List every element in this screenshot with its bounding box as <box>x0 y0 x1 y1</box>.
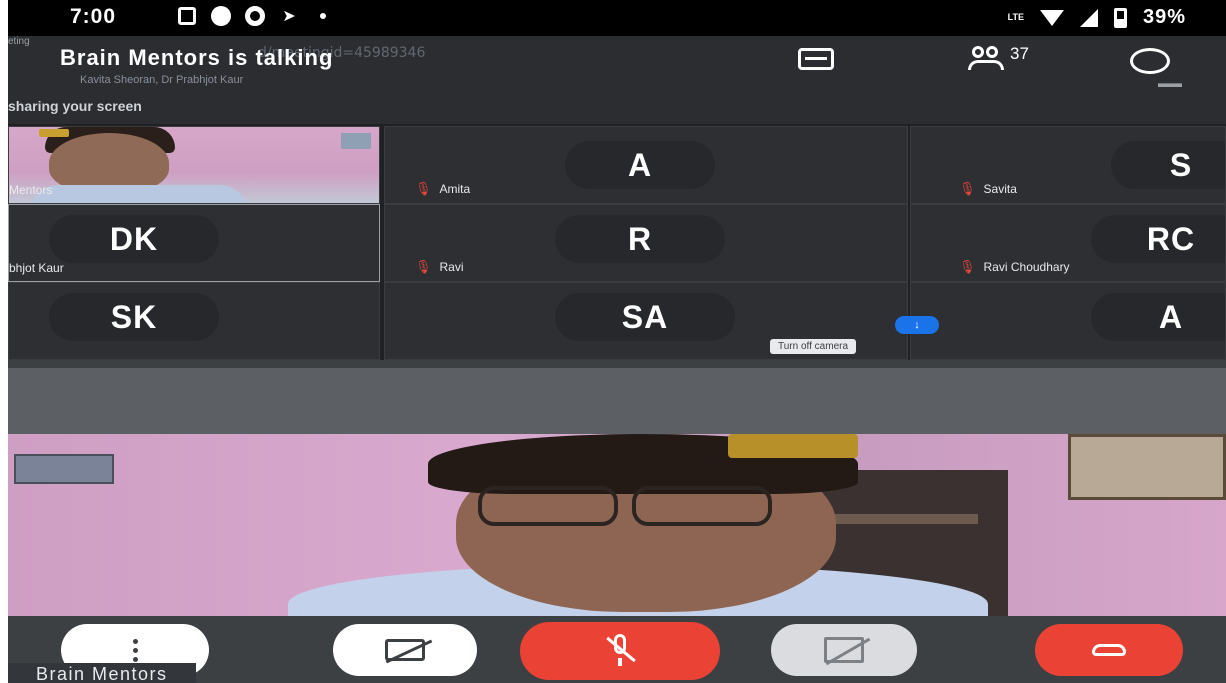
people-icon <box>968 44 1008 72</box>
participants-button[interactable]: 37 <box>968 44 1029 72</box>
status-bar: 7:00 ➤ LTE 39% <box>8 0 1226 36</box>
crown-decoration <box>728 434 858 458</box>
avatar: R <box>555 215 725 263</box>
tile-name: 🎙 Ravi <box>415 259 464 274</box>
avatar: SK <box>49 293 219 341</box>
battery-icon <box>1113 7 1127 28</box>
divider-band <box>8 360 1226 434</box>
avatar: A <box>565 141 715 189</box>
participant-grid: Mentors A 🎙 Amita S 🎙 Savita DK bhjot Kaur… <box>8 124 1226 360</box>
layout-icon: ▬▬ <box>1158 76 1182 90</box>
camera-off-icon <box>385 639 425 661</box>
crown-decoration <box>39 129 69 137</box>
avatar: DK <box>49 215 219 263</box>
wall-frame <box>341 133 371 149</box>
browser-tab: eting <box>8 36 30 47</box>
tile-name: bhjot Kaur <box>9 261 64 275</box>
avatar: SA <box>555 293 735 341</box>
camera-toggle-button[interactable] <box>333 624 477 676</box>
participant-tile[interactable]: A <box>910 282 1226 360</box>
participant-tile[interactable]: DK bhjot Kaur <box>8 204 380 282</box>
self-view-video[interactable] <box>8 434 1226 616</box>
background-shelf-board <box>828 514 978 524</box>
notification-icons: ➤ <box>176 6 334 26</box>
mic-toggle-button[interactable] <box>520 622 720 680</box>
participant-tile[interactable]: SK <box>8 282 380 360</box>
participant-tile[interactable]: R 🎙 Ravi <box>384 204 908 282</box>
tile-name: Mentors <box>9 183 53 197</box>
whatsapp-icon <box>210 6 232 26</box>
status-time: 7:00 <box>70 5 117 28</box>
meeting-app: 7:00 ➤ LTE 39% eting d/meetingid=4598934… <box>8 0 1226 683</box>
wall-frame <box>1068 434 1226 500</box>
more-options-icon <box>132 638 138 662</box>
screen-share-off-icon <box>824 637 864 663</box>
meeting-header: eting d/meetingid=45989346 Kavita Sheora… <box>8 36 1226 124</box>
attendees-line: Kavita Sheoran, Dr Prabhjot Kaur <box>80 74 244 86</box>
send-icon: ➤ <box>282 8 296 25</box>
more-notifications-icon <box>312 6 334 26</box>
participant-tile[interactable]: S 🎙 Savita <box>910 126 1226 204</box>
system-icons: LTE 39% <box>1008 6 1186 29</box>
band-edge <box>8 360 1226 368</box>
mic-off-icon: 🎙 <box>415 259 432 274</box>
battery-percent: 39% <box>1142 6 1186 28</box>
mic-off-icon: 🎙 <box>415 181 432 196</box>
talking-banner: Brain Mentors is talking <box>60 45 334 70</box>
tile-name: 🎙 Savita <box>959 181 1017 196</box>
participant-count: 37 <box>1010 44 1029 63</box>
cast-icon[interactable] <box>798 48 834 70</box>
participant-video-face <box>49 133 169 193</box>
participant-tile[interactable]: A 🎙 Amita <box>384 126 908 204</box>
mic-off-icon: 🎙 <box>959 181 976 196</box>
ring-icon <box>244 6 266 26</box>
wifi-icon <box>1039 9 1064 26</box>
lte-icon: LTE <box>1007 12 1024 22</box>
signal-icon <box>1079 8 1098 27</box>
sharing-notice: sharing your screen <box>8 98 142 114</box>
participant-tile[interactable]: RC 🎙 Ravi Choudhary <box>910 204 1226 282</box>
avatar: S <box>1111 141 1225 189</box>
mic-off-icon: 🎙 <box>959 259 976 274</box>
chat-icon[interactable] <box>1130 48 1170 74</box>
hang-up-button[interactable] <box>1035 624 1183 676</box>
call-controls: Brain Mentors <box>8 616 1226 683</box>
wall-picture <box>14 454 114 484</box>
avatar: RC <box>1091 215 1225 263</box>
app-notification-icon <box>176 6 198 26</box>
hang-up-icon <box>1092 644 1126 656</box>
mic-off-icon <box>606 634 636 668</box>
tile-name: 🎙 Amita <box>415 181 471 196</box>
glasses-right <box>632 486 772 526</box>
avatar: A <box>1091 293 1225 341</box>
tile-name: 🎙 Ravi Choudhary <box>959 259 1070 274</box>
participant-video-shirt <box>29 185 249 203</box>
self-view-name: Brain Mentors <box>8 663 196 683</box>
present-screen-button[interactable] <box>771 624 917 676</box>
glasses-left <box>478 486 618 526</box>
scroll-down-icon[interactable]: ↓ <box>895 316 939 334</box>
participant-tile-video[interactable]: Mentors <box>8 126 380 204</box>
tooltip: Turn off camera <box>770 339 857 354</box>
